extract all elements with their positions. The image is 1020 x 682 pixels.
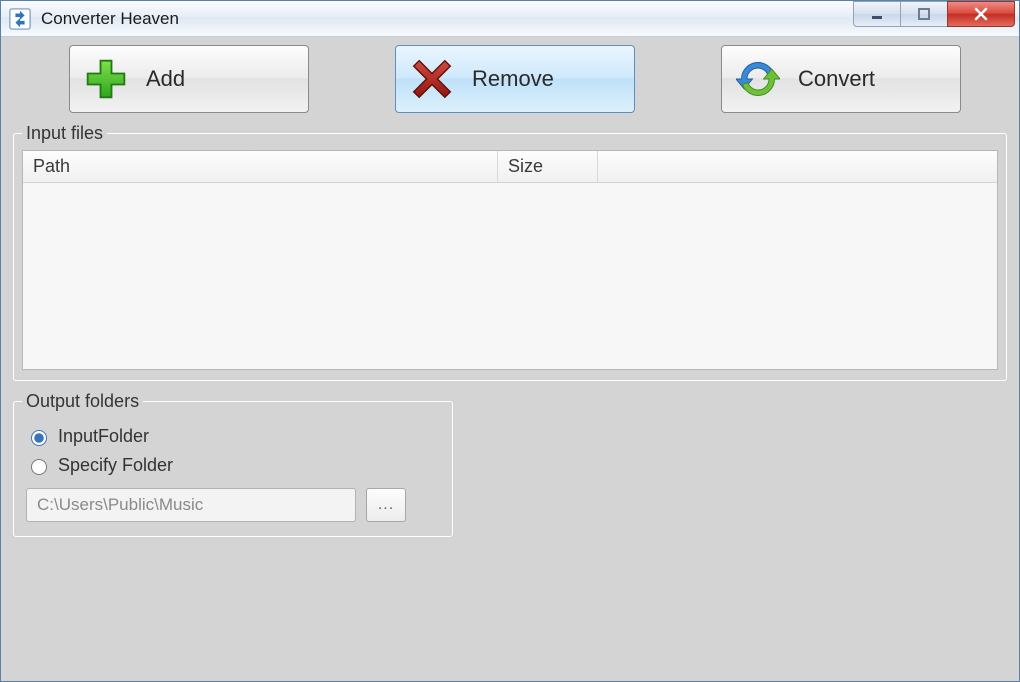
- refresh-icon: [736, 57, 780, 101]
- remove-label: Remove: [472, 66, 554, 92]
- output-path-field[interactable]: [26, 488, 356, 522]
- close-button[interactable]: [947, 1, 1015, 27]
- maximize-icon: [917, 7, 931, 21]
- convert-label: Convert: [798, 66, 875, 92]
- radio-input-folder-label: InputFolder: [58, 426, 149, 447]
- browse-button[interactable]: ...: [366, 488, 406, 522]
- convert-button[interactable]: Convert: [721, 45, 961, 113]
- action-row: Add Remove Convert: [11, 43, 1009, 123]
- plus-icon: [84, 57, 128, 101]
- app-window: Converter Heaven: [0, 0, 1020, 682]
- list-body[interactable]: [23, 183, 997, 369]
- radio-specify-folder[interactable]: Specify Folder: [26, 455, 440, 476]
- input-files-list[interactable]: Path Size: [22, 150, 998, 370]
- add-label: Add: [146, 66, 185, 92]
- output-path-row: ...: [26, 488, 440, 522]
- window-title: Converter Heaven: [41, 9, 179, 29]
- output-folders-legend: Output folders: [22, 391, 143, 412]
- output-folders-group: Output folders InputFolder Specify Folde…: [13, 391, 453, 537]
- titlebar: Converter Heaven: [1, 1, 1019, 37]
- column-spacer: [598, 151, 997, 182]
- column-size[interactable]: Size: [498, 151, 598, 182]
- radio-specify-folder-input[interactable]: [31, 459, 47, 475]
- radio-input-folder[interactable]: InputFolder: [26, 426, 440, 447]
- radio-input-folder-input[interactable]: [31, 430, 47, 446]
- maximize-button[interactable]: [900, 1, 948, 27]
- input-files-legend: Input files: [22, 123, 107, 144]
- add-button[interactable]: Add: [69, 45, 309, 113]
- minimize-button[interactable]: [853, 1, 901, 27]
- list-header: Path Size: [23, 151, 997, 183]
- column-path[interactable]: Path: [23, 151, 498, 182]
- remove-button[interactable]: Remove: [395, 45, 635, 113]
- minimize-icon: [870, 7, 884, 21]
- x-icon: [410, 57, 454, 101]
- close-icon: [973, 6, 989, 22]
- client-area: Add Remove Convert: [1, 37, 1019, 681]
- radio-specify-folder-label: Specify Folder: [58, 455, 173, 476]
- input-files-group: Input files Path Size: [13, 123, 1007, 381]
- browse-label: ...: [378, 496, 394, 514]
- app-icon: [9, 8, 31, 30]
- window-controls: [854, 1, 1015, 36]
